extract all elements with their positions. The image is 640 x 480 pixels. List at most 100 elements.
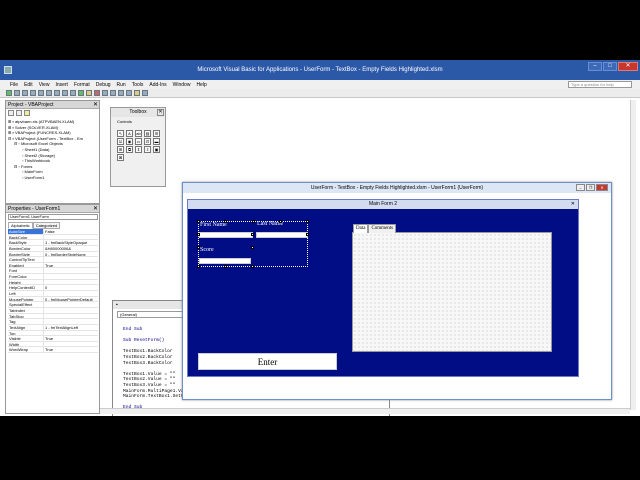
property-value[interactable] [44, 268, 98, 273]
property-value[interactable]: 0 [44, 285, 98, 290]
tab-data[interactable]: Data [353, 224, 369, 233]
scrollbar-icon[interactable]: ⇕ [135, 146, 142, 153]
menu-format[interactable]: Format [74, 82, 90, 88]
minimize-button[interactable]: – [588, 62, 602, 71]
restore-button[interactable]: ❐ [586, 184, 595, 191]
tab-alphabetic[interactable]: Alphabetic [8, 222, 33, 229]
menu-tools[interactable]: Tools [132, 82, 144, 88]
minimize-button[interactable]: – [576, 184, 585, 191]
menu-window[interactable]: Window [173, 82, 191, 88]
property-value[interactable] [44, 319, 98, 324]
resize-handle[interactable] [251, 246, 254, 249]
object-browser-icon[interactable] [126, 90, 132, 96]
break-icon[interactable] [86, 90, 92, 96]
pointer-icon[interactable]: ↖ [117, 130, 124, 137]
toolbox-icon[interactable] [134, 90, 140, 96]
multipage-control[interactable]: Data Comments [352, 224, 552, 352]
run-icon[interactable] [78, 90, 84, 96]
maximize-button[interactable]: □ [603, 62, 617, 71]
resize-handle[interactable] [197, 265, 200, 268]
tab-categorized[interactable]: Categorized [32, 222, 61, 229]
tree-item[interactable]: ▫ UserForm1 [8, 175, 83, 181]
close-icon[interactable]: ✕ [157, 109, 164, 116]
find-icon[interactable] [54, 90, 60, 96]
property-value[interactable]: 1 - fmTextAlignLeft [44, 325, 98, 329]
resize-handle[interactable] [306, 233, 309, 236]
property-row[interactable]: WordWrap True [8, 347, 98, 354]
resize-handle[interactable] [197, 246, 200, 249]
menu-run[interactable]: Run [117, 82, 126, 88]
spinbutton-icon[interactable]: ⇳ [144, 146, 151, 153]
close-icon[interactable]: ✕ [93, 101, 98, 109]
excel-view-icon[interactable] [6, 90, 12, 96]
toolbox-tab-controls[interactable]: Controls [111, 119, 165, 124]
property-value[interactable] [44, 257, 98, 262]
menu-help[interactable]: Help [196, 82, 206, 88]
menu-view[interactable]: View [39, 82, 50, 88]
design-mode-icon[interactable] [102, 90, 108, 96]
score-textbox[interactable] [199, 258, 251, 264]
help-icon[interactable] [142, 90, 148, 96]
property-value[interactable] [44, 280, 98, 285]
menu-insert[interactable]: Insert [55, 82, 68, 88]
optionbutton-icon[interactable]: ◉ [126, 138, 133, 145]
property-value[interactable]: True [44, 336, 98, 340]
resize-handle[interactable] [252, 220, 255, 223]
property-value[interactable] [44, 314, 98, 319]
horizontal-scrollbar[interactable] [100, 408, 630, 414]
user-form[interactable]: Main Form 2 ✕ First Name Last Name Score [187, 199, 579, 377]
resize-handle[interactable] [306, 220, 309, 223]
view-object-icon[interactable] [16, 110, 22, 116]
property-value[interactable] [44, 331, 98, 336]
resize-handle[interactable] [251, 265, 254, 268]
resize-handle[interactable] [224, 265, 227, 268]
menu-edit[interactable]: Edit [24, 82, 33, 88]
togglebutton-icon[interactable]: ▭ [135, 138, 142, 145]
property-value[interactable] [44, 302, 98, 307]
resize-handle[interactable] [251, 233, 254, 236]
resize-handle[interactable] [197, 233, 200, 236]
property-value[interactable] [44, 235, 98, 240]
checkbox-icon[interactable]: ☑ [117, 138, 124, 145]
close-button[interactable]: ✕ [596, 184, 608, 191]
property-value[interactable] [44, 274, 98, 279]
help-search-input[interactable]: Type a question for help [568, 81, 632, 88]
refedit-icon[interactable]: ⊠ [117, 154, 124, 161]
property-value[interactable] [44, 308, 98, 313]
label-icon[interactable]: A [126, 130, 133, 137]
undo-icon[interactable] [62, 90, 68, 96]
toggle-folders-icon[interactable] [24, 110, 30, 116]
object-combo[interactable]: (General) [117, 311, 187, 318]
listbox-icon[interactable]: ☰ [153, 130, 160, 137]
close-icon[interactable]: ✕ [93, 205, 98, 213]
vertical-scrollbar[interactable] [630, 100, 636, 410]
last-name-textbox[interactable] [256, 232, 308, 238]
reset-icon[interactable] [94, 90, 100, 96]
tab-comments[interactable]: Comments [368, 224, 397, 233]
cut-icon[interactable] [30, 90, 36, 96]
redo-icon[interactable] [70, 90, 76, 96]
first-name-textbox[interactable] [199, 232, 253, 238]
commandbutton-icon[interactable]: ▬ [153, 138, 160, 145]
property-value[interactable]: True [44, 347, 98, 352]
view-code-icon[interactable] [8, 110, 14, 116]
tabstrip-icon[interactable]: ⊞ [117, 146, 124, 153]
property-value[interactable]: 0 - fmMousePointerDefault [44, 297, 98, 301]
copy-icon[interactable] [38, 90, 44, 96]
properties-window-icon[interactable] [118, 90, 124, 96]
paste-icon[interactable] [46, 90, 52, 96]
property-value[interactable] [44, 291, 98, 296]
resize-handle[interactable] [197, 220, 200, 223]
save-icon[interactable] [22, 90, 28, 96]
property-value[interactable]: True [44, 263, 98, 267]
object-select[interactable]: UserForm1 UserForm [8, 214, 98, 220]
property-value[interactable]: 1 - fmBackStyleOpaque [44, 240, 98, 244]
menu-debug[interactable]: Debug [96, 82, 111, 88]
property-value[interactable]: 0 - fmBorderStyleNone [44, 252, 98, 256]
textbox-icon[interactable]: ab [135, 130, 142, 137]
combobox-icon[interactable]: ▤ [144, 130, 151, 137]
resize-handle[interactable] [224, 220, 227, 223]
property-value[interactable]: False [44, 229, 98, 233]
image-icon[interactable]: ▣ [153, 146, 160, 153]
menu-addins[interactable]: Add-Ins [149, 82, 166, 88]
